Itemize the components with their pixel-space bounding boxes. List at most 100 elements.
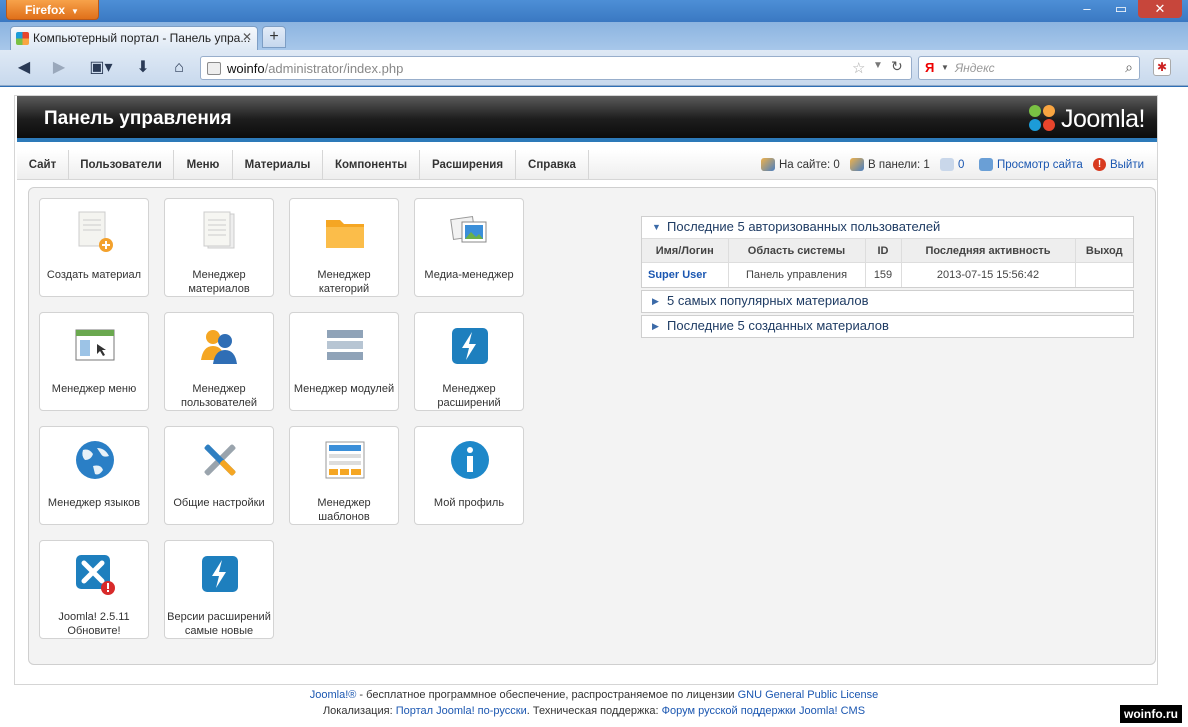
quickicon-media-manager[interactable]: Медиа-менеджер xyxy=(414,198,524,297)
status-messages-count: 0 xyxy=(958,158,965,171)
license-link[interactable]: GNU General Public License xyxy=(738,689,879,701)
address-bar[interactable]: woinfo/administrator/index.php xyxy=(200,56,912,80)
search-placeholder: Яндекс xyxy=(955,61,995,75)
logout-link[interactable]: ! Выйти xyxy=(1093,158,1144,171)
column-header: Последняя активность xyxy=(901,238,1076,263)
article-manager-icon xyxy=(203,211,235,249)
search-icon[interactable]: ⌕ xyxy=(1125,59,1133,76)
module-popular-header[interactable]: ▶ 5 самых популярных материалов xyxy=(642,291,1133,312)
extension-updates-icon xyxy=(202,556,238,592)
admin-menu: Сайт Пользователи Меню Материалы Компоне… xyxy=(17,150,1157,180)
admin-page: Панель управления Joomla! Сайт Пользоват… xyxy=(14,95,1158,685)
status-on-site-text: На сайте: 0 xyxy=(779,158,840,171)
quickicon-label: Joomla! 2.5.11 Обновите! xyxy=(58,611,130,637)
quickicon-extension-updates[interactable]: Версии расширений самые новые xyxy=(164,540,274,639)
joomla-link[interactable]: Joomla!® xyxy=(310,689,357,701)
monitor-icon xyxy=(979,158,993,171)
window-controls: – ▭ ✕ xyxy=(1070,0,1182,18)
maximize-icon[interactable]: ▭ xyxy=(1104,0,1138,18)
column-header: Выход xyxy=(1075,238,1133,263)
quickicon-language-manager[interactable]: Менеджер языков xyxy=(39,426,149,525)
footer-line-1: Joomla!® - бесплатное программное обеспе… xyxy=(0,687,1188,703)
status-in-panel: В панели: 1 xyxy=(850,158,930,171)
quickicon-menu-manager[interactable]: Менеджер меню xyxy=(39,312,149,411)
quickicon-global-configuration[interactable]: Общие настройки xyxy=(164,426,274,525)
download-icon[interactable]: ⬇ xyxy=(132,57,154,79)
new-tab-button[interactable]: + xyxy=(262,26,286,48)
browser-tab[interactable]: Компьютерный портал - Панель упра... ✕ xyxy=(10,26,258,50)
quickicon-label: Менеджер материалов xyxy=(188,269,250,295)
view-site-link[interactable]: Просмотр сайта xyxy=(979,158,1083,171)
menu-item-extensions[interactable]: Расширения xyxy=(420,150,516,180)
url-history-dropdown-icon[interactable]: ▼ xyxy=(873,60,883,71)
media-manager-icon xyxy=(450,216,487,243)
table-cell: 159 xyxy=(865,262,902,287)
table-cell: 2013-07-15 15:56:42 xyxy=(901,262,1076,287)
site-identity-icon[interactable] xyxy=(207,62,221,75)
firefox-menu-button[interactable]: Firefox ▼ xyxy=(6,0,99,20)
history-icon[interactable]: ▣▾ xyxy=(86,57,116,79)
menu-item-components[interactable]: Компоненты xyxy=(323,150,420,180)
quickicon-label: Менеджер меню xyxy=(51,383,137,395)
close-tab-icon[interactable]: ✕ xyxy=(242,30,252,44)
menu-item-help[interactable]: Справка xyxy=(516,150,589,180)
quickicon-article-manager[interactable]: Менеджер материалов xyxy=(164,198,274,297)
collapse-arrow-icon: ▼ xyxy=(652,222,661,232)
close-window-icon[interactable]: ✕ xyxy=(1138,0,1182,18)
localization-link[interactable]: Портал Joomla! по-русски xyxy=(396,705,527,717)
quickicon-joomla-update[interactable]: Joomla! 2.5.11 Обновите! xyxy=(39,540,149,639)
quickicon-label: Менеджер модулей xyxy=(293,383,395,395)
quickicon-add-article[interactable]: Создать материал xyxy=(39,198,149,297)
admins-online-icon xyxy=(850,158,864,171)
joomla-logo: Joomla! xyxy=(1028,104,1146,134)
reload-icon[interactable]: ↻ xyxy=(891,58,903,75)
engine-dropdown-icon[interactable]: ▼ xyxy=(941,63,949,72)
footer-line-2: Локализация: Портал Joomla! по-русски. Т… xyxy=(0,703,1188,719)
window-titlebar: Firefox ▼ – ▭ ✕ xyxy=(0,0,1188,22)
bookmark-star-icon[interactable]: ☆ xyxy=(852,59,865,77)
modules-icon xyxy=(327,330,363,360)
page-viewport: Панель управления Joomla! Сайт Пользоват… xyxy=(0,87,1188,727)
home-icon[interactable]: ⌂ xyxy=(168,57,190,79)
footer-text: - бесплатное программное обеспечение, ра… xyxy=(356,689,738,701)
column-header: Имя/Логин xyxy=(642,238,729,263)
minimize-icon[interactable]: – xyxy=(1070,0,1104,18)
joomla-logo-text: Joomla! xyxy=(1060,104,1146,133)
module-latest-header[interactable]: ▶ Последние 5 созданных материалов xyxy=(642,316,1133,337)
yandex-engine-icon[interactable]: Я xyxy=(925,60,934,75)
chevron-down-icon: ▼ xyxy=(71,7,79,16)
status-in-panel-text: В панели: 1 xyxy=(868,158,930,171)
status-on-site: На сайте: 0 xyxy=(761,158,840,171)
menu-item-menus[interactable]: Меню xyxy=(174,150,233,180)
tools-icon xyxy=(204,444,236,476)
quickicon-my-profile[interactable]: Мой профиль xyxy=(414,426,524,525)
menu-item-users[interactable]: Пользователи xyxy=(69,150,174,180)
tab-title: Компьютерный портал - Панель упра... xyxy=(33,31,251,45)
addon-icon[interactable]: ✱ xyxy=(1153,58,1171,76)
module-logged-header[interactable]: ▼ Последние 5 авторизованных пользовател… xyxy=(642,217,1133,238)
search-input[interactable]: Я ▼ Яндекс ⌕ xyxy=(918,56,1140,80)
quickicon-module-manager[interactable]: Менеджер модулей xyxy=(289,312,399,411)
users-icon xyxy=(201,330,237,364)
table-cell: Панель управления xyxy=(728,262,866,287)
quickicon-label: Медиа-менеджер xyxy=(424,269,514,281)
back-arrow-icon[interactable]: ◀ xyxy=(13,57,35,79)
quickicon-category-manager[interactable]: Менеджер категорий xyxy=(289,198,399,297)
column-header: ID xyxy=(865,238,902,263)
user-name-link[interactable]: Super User xyxy=(642,262,729,287)
module-latest-articles: ▶ Последние 5 созданных материалов xyxy=(641,315,1134,338)
menu-item-site[interactable]: Сайт xyxy=(17,150,69,180)
quickicon-label: Менеджер языков xyxy=(47,497,141,509)
quickicon-user-manager[interactable]: Менеджер пользователей xyxy=(164,312,274,411)
table-row: Super User Панель управления 159 2013-07… xyxy=(642,262,1133,287)
watermark: woinfo.ru xyxy=(1120,705,1182,723)
page-title: Панель управления xyxy=(44,108,232,129)
quickicon-extension-manager[interactable]: Менеджер расширений xyxy=(414,312,524,411)
module-title: Последние 5 созданных материалов xyxy=(667,318,889,333)
support-forum-link[interactable]: Форум русской поддержки Joomla! CMS xyxy=(662,705,865,717)
menu-item-content[interactable]: Материалы xyxy=(233,150,323,180)
forward-arrow-icon[interactable]: ▶ xyxy=(48,57,70,79)
logout-icon: ! xyxy=(1093,158,1106,171)
quickicon-template-manager[interactable]: Менеджер шаблонов xyxy=(289,426,399,525)
status-messages[interactable]: 0 xyxy=(940,158,964,171)
